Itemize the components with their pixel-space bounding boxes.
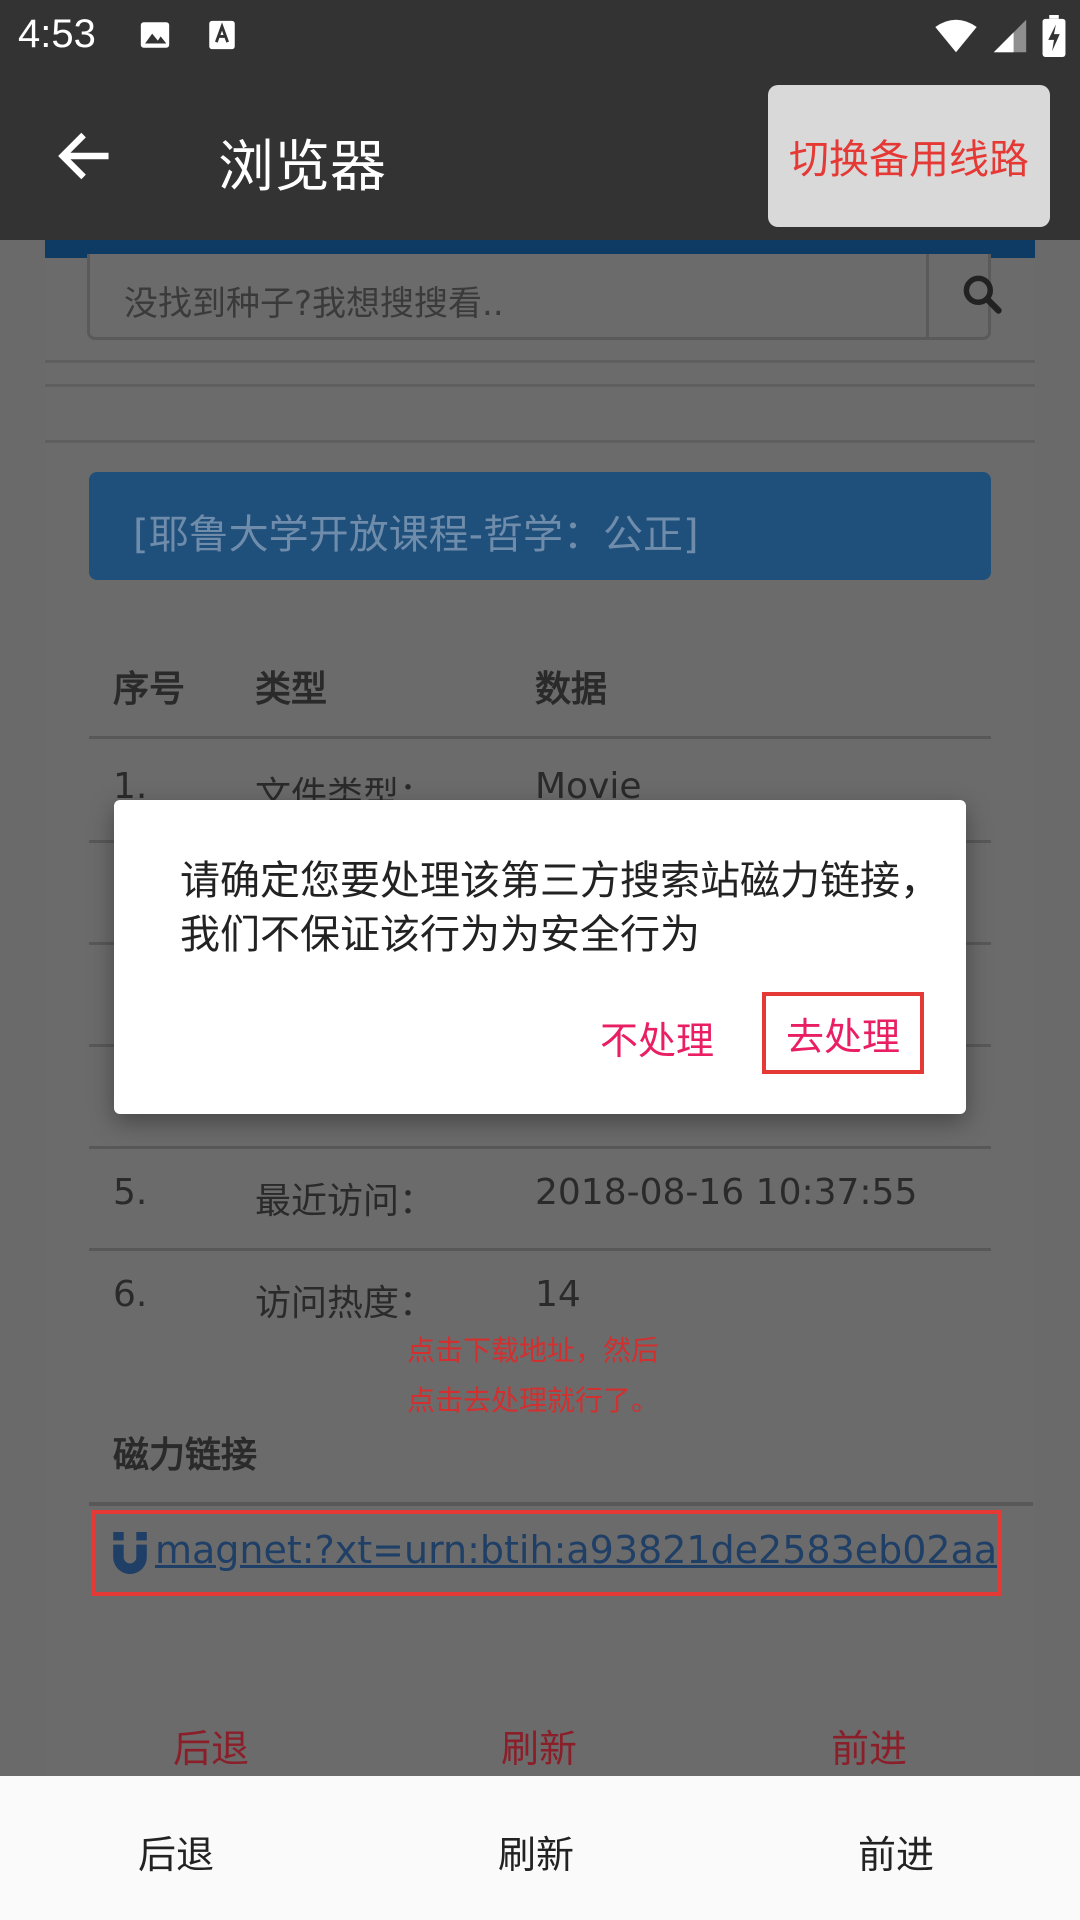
row-type: 最近访问： [255,1181,436,1222]
search-icon[interactable] [960,272,1004,316]
divider [45,440,1035,443]
row-type: 访问热度： [255,1283,436,1324]
magnet-link-box[interactable]: magnet:?xt=urn:btih:a93821de2583eb02aa99… [91,1510,1001,1596]
bottom-refresh-button[interactable]: 刷新 [498,1824,574,1879]
annotation-line: 点击去处理就行了。 [407,1384,660,1417]
table-row-line [89,1248,991,1251]
signal-icon [993,19,1027,53]
annotation-line: 点击下载地址，然后 [407,1334,660,1367]
search-divider [926,254,929,340]
app-bar: 浏览器 切换备用线路 [0,72,1080,240]
resource-title: [耶鲁大学开放课程-哲学：公正] [133,512,699,558]
search-input[interactable]: 没找到种子?我想搜搜看.. [87,254,1002,340]
bottom-back-button[interactable]: 后退 [138,1824,214,1879]
magnet-divider [89,1502,1033,1506]
search-placeholder: 没找到种子?我想搜搜看.. [124,284,504,324]
table-row-line [89,1146,991,1149]
web-back-link[interactable]: 后退 [173,1718,249,1773]
row-data: 2018-08-16 10:37:55 [535,1172,918,1213]
magnet-label: 磁力链接 [113,1435,258,1476]
table-header-index: 序号 [113,669,186,710]
magnet-icon [113,1532,147,1574]
divider [45,360,1035,363]
switch-backup-route-button[interactable]: 切换备用线路 [768,85,1050,227]
confirm-dialog: 请确定您要处理该第三方搜索站磁力链接，我们不保证该行为为安全行为 不处理 去处理 [114,800,966,1114]
image-icon [140,22,170,48]
divider [45,384,1035,387]
table-header-type: 类型 [255,669,328,710]
app-title: 浏览器 [218,135,386,200]
status-time: 4:53 [18,12,96,56]
dialog-confirm-button[interactable]: 去处理 [762,992,924,1074]
annotation-note: 点击下载地址，然后 点击去处理就行了。 [407,1326,659,1426]
bottom-nav-bar: 后退 刷新 前进 [0,1776,1080,1920]
row-index: 5. [113,1172,148,1213]
font-a-icon [209,20,235,50]
back-arrow-icon[interactable] [52,124,116,188]
resource-title-panel: [耶鲁大学开放课程-哲学：公正] [89,472,991,580]
battery-charging-icon [1042,15,1066,57]
wifi-icon [935,19,977,53]
bottom-forward-button[interactable]: 前进 [858,1824,934,1879]
row-data: 14 [535,1274,581,1315]
web-refresh-link[interactable]: 刷新 [501,1718,577,1773]
status-bar: 4:53 [0,0,1080,72]
dialog-cancel-button[interactable]: 不处理 [600,1010,714,1065]
table-header-line [89,736,991,739]
magnet-link[interactable]: magnet:?xt=urn:btih:a93821de2583eb02aa99… [155,1528,997,1572]
dialog-message: 请确定您要处理该第三方搜索站磁力链接，我们不保证该行为为安全行为 [180,858,940,958]
web-forward-link[interactable]: 前进 [831,1718,907,1773]
table-header-data: 数据 [535,669,608,710]
row-index: 6. [113,1274,148,1315]
